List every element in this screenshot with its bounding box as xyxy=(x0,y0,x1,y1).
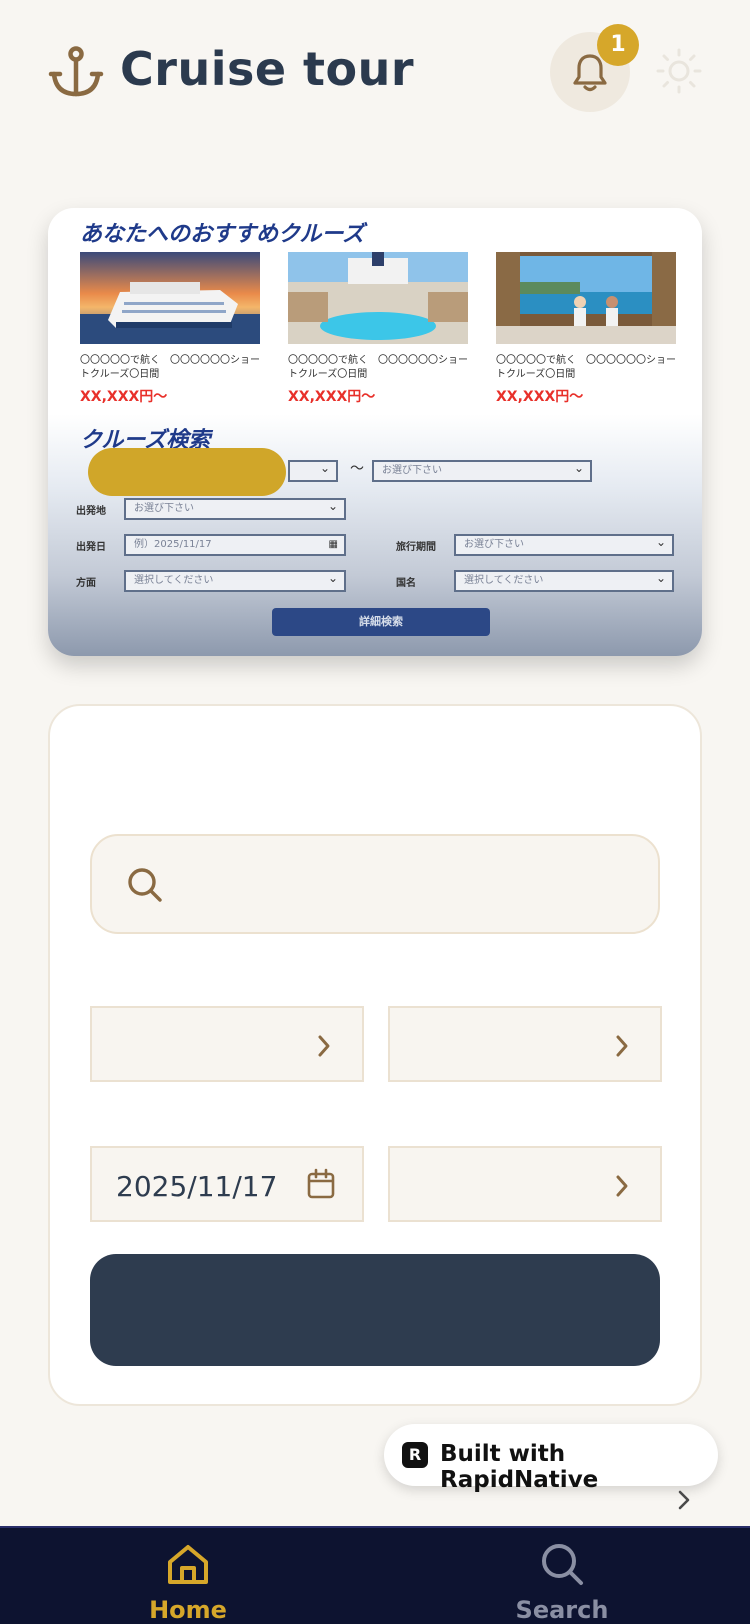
cruise-pool-deck-image xyxy=(288,252,468,344)
destination-select[interactable] xyxy=(90,1006,364,1082)
country-select: 選択してください xyxy=(454,569,674,592)
departure-date-label: 出発日 xyxy=(76,542,106,553)
recommended-cruise-card[interactable]: 〇〇〇〇〇で航く 〇〇〇〇〇〇ショートクルーズ〇日間 XX,XXX円〜 xyxy=(288,252,468,406)
duration-label: 旅行期間 xyxy=(396,542,436,553)
departure-port-select: お選び下さい xyxy=(124,497,346,520)
cruise-description: 〇〇〇〇〇で航く 〇〇〇〇〇〇ショートクルーズ〇日間 xyxy=(80,355,260,380)
cabin-ocean-view-image xyxy=(496,252,676,344)
departure-date-input: 例）2025/11/17 xyxy=(124,534,346,556)
cruise-price: XX,XXX円〜 xyxy=(288,389,376,405)
recommend-title: あなたへのおすすめクルーズ xyxy=(80,221,365,247)
home-icon xyxy=(168,1545,208,1584)
region-select: 選択してください xyxy=(124,569,346,592)
chevron-right-icon xyxy=(616,1175,628,1197)
search-input[interactable] xyxy=(90,834,660,934)
duration-select: お選び下さい xyxy=(454,533,674,556)
page-title: Cruise tour xyxy=(120,42,415,96)
recommended-cruise-card[interactable]: 〇〇〇〇〇で航く 〇〇〇〇〇〇ショートクルーズ〇日間 XX,XXX円〜 xyxy=(80,252,260,406)
hero-banner[interactable]: あなたへのおすすめクルーズ 〇〇〇〇〇で航く 〇〇〇〇〇〇ショートクルーズ〇日間… xyxy=(48,208,702,656)
cruise-description: 〇〇〇〇〇で航く 〇〇〇〇〇〇ショートクルーズ〇日間 xyxy=(288,355,468,380)
anchor-icon xyxy=(48,46,104,97)
cruise-price: XX,XXX円〜 xyxy=(80,389,168,405)
search-submit-button[interactable] xyxy=(90,1254,660,1366)
region-label: 方面 xyxy=(76,578,96,589)
cruise-description: 〇〇〇〇〇で航く 〇〇〇〇〇〇ショートクルーズ〇日間 xyxy=(496,355,676,380)
date-value: 2025/11/17 xyxy=(116,1170,278,1203)
select-field: お選び下さい xyxy=(372,459,592,482)
search-icon xyxy=(542,1544,583,1585)
chevron-right-icon[interactable] xyxy=(674,1488,694,1512)
duration-field[interactable] xyxy=(388,1146,662,1222)
departure-port-label: 出発地 xyxy=(76,506,106,517)
select-field xyxy=(288,459,338,482)
search-icon xyxy=(128,868,162,902)
recommended-cruise-card[interactable]: 〇〇〇〇〇で航く 〇〇〇〇〇〇ショートクルーズ〇日間 XX,XXX円〜 xyxy=(496,252,676,406)
tab-search-label: Search xyxy=(515,1596,609,1624)
chevron-right-icon xyxy=(318,1035,330,1057)
tab-home[interactable]: Home xyxy=(88,1540,288,1624)
range-separator: 〜 xyxy=(350,461,364,477)
departure-date-field[interactable]: 2025/11/17 xyxy=(90,1146,364,1222)
cruise-ship-sunset-image xyxy=(80,252,260,344)
detail-search-button: 詳細検索 xyxy=(272,608,490,636)
country-label: 国名 xyxy=(396,578,416,589)
calendar-icon xyxy=(307,1168,335,1199)
bottom-tab-bar: Home Search xyxy=(0,1526,750,1624)
notification-badge: 1 xyxy=(597,24,639,66)
redaction-overlay xyxy=(88,448,286,496)
port-select[interactable] xyxy=(388,1006,662,1082)
theme-toggle-sun-icon[interactable] xyxy=(656,48,702,94)
built-with-label: Built with RapidNative xyxy=(440,1441,599,1493)
rapidnative-logo-icon: R xyxy=(402,1442,428,1468)
tab-search[interactable]: Search xyxy=(462,1540,662,1624)
cruise-price: XX,XXX円〜 xyxy=(496,389,584,405)
built-with-badge[interactable]: R Built with RapidNative xyxy=(384,1424,718,1493)
chevron-right-icon xyxy=(616,1035,628,1057)
app-header: Cruise tour 1 xyxy=(0,0,750,150)
tab-home-label: Home xyxy=(149,1596,227,1624)
